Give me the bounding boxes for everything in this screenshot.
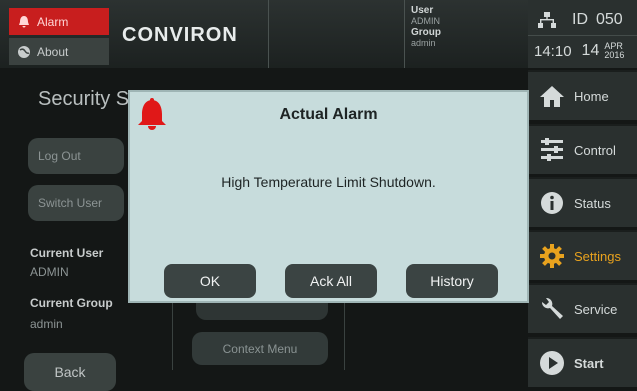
conviron-logo: CONVIRON	[122, 24, 238, 46]
time-value: 14:10	[534, 42, 572, 60]
nav-status-label: Status	[574, 195, 611, 211]
context-menu-button[interactable]: Context Menu	[192, 332, 328, 365]
about-button[interactable]: About	[9, 38, 109, 65]
divider	[344, 300, 345, 370]
context-menu-label: Context Menu	[222, 341, 298, 356]
globe-icon	[15, 43, 33, 61]
ok-button[interactable]: OK	[164, 264, 256, 298]
datetime-display: 14:10 14 APR 2016	[528, 37, 637, 65]
nav-settings-label: Settings	[574, 248, 621, 264]
log-out-label: Log Out	[38, 149, 81, 163]
nav-control-label: Control	[574, 142, 616, 158]
switch-user-button[interactable]: Switch User	[28, 185, 124, 221]
wrench-icon	[538, 295, 566, 323]
group-label: Group	[411, 27, 441, 38]
ack-all-button[interactable]: Ack All	[285, 264, 377, 298]
gear-icon	[538, 242, 566, 270]
current-group-value: admin	[30, 317, 63, 331]
id-display: ID 050	[528, 6, 637, 34]
divider	[268, 0, 269, 68]
back-button[interactable]: Back	[24, 353, 116, 391]
dialog-message: High Temperature Limit Shutdown.	[221, 174, 436, 190]
alarm-dialog: Actual Alarm High Temperature Limit Shut…	[128, 90, 529, 303]
id-value: 050	[596, 11, 623, 28]
year-value: 2016	[604, 50, 625, 60]
control-icon	[538, 136, 566, 164]
switch-user-label: Switch User	[38, 196, 103, 210]
bell-icon	[15, 13, 33, 31]
nav-service-label: Service	[574, 301, 618, 317]
network-icon	[538, 11, 556, 29]
home-icon	[538, 82, 566, 110]
back-label: Back	[54, 364, 86, 380]
alarm-button[interactable]: Alarm	[9, 8, 109, 35]
nav-home-label: Home	[574, 88, 609, 104]
user-label: User	[411, 5, 434, 16]
id-label: ID	[572, 11, 588, 28]
about-label: About	[37, 44, 69, 59]
divider	[172, 300, 173, 370]
nav-home[interactable]: Home	[528, 70, 637, 120]
nav-start[interactable]: Start	[528, 337, 637, 387]
divider	[528, 35, 637, 36]
dialog-title: Actual Alarm	[279, 106, 378, 123]
current-user-label: Current User	[30, 246, 104, 260]
history-label: History	[430, 273, 474, 289]
day-value: 14	[581, 42, 600, 59]
ok-label: OK	[199, 273, 221, 289]
group-value: admin	[411, 38, 436, 48]
current-user-value: ADMIN	[30, 265, 69, 279]
play-icon	[538, 349, 566, 377]
nav-status[interactable]: Status	[528, 177, 637, 227]
divider	[404, 0, 405, 68]
user-info: User ADMIN Group admin	[411, 5, 521, 49]
nav-control[interactable]: Control	[528, 124, 637, 174]
alarm-bell-icon	[135, 97, 169, 133]
current-group-label: Current Group	[30, 296, 113, 310]
alarm-label: Alarm	[37, 14, 69, 29]
user-value: ADMIN	[411, 16, 440, 26]
hidden-button[interactable]	[196, 300, 328, 320]
nav-service[interactable]: Service	[528, 283, 637, 333]
log-out-button[interactable]: Log Out	[28, 138, 124, 174]
nav-settings[interactable]: Settings	[528, 230, 637, 280]
ack-all-label: Ack All	[309, 273, 352, 289]
month-year: APR 2016	[604, 42, 624, 60]
info-icon	[538, 189, 566, 217]
nav-start-label: Start	[574, 355, 604, 371]
history-button[interactable]: History	[406, 264, 498, 298]
